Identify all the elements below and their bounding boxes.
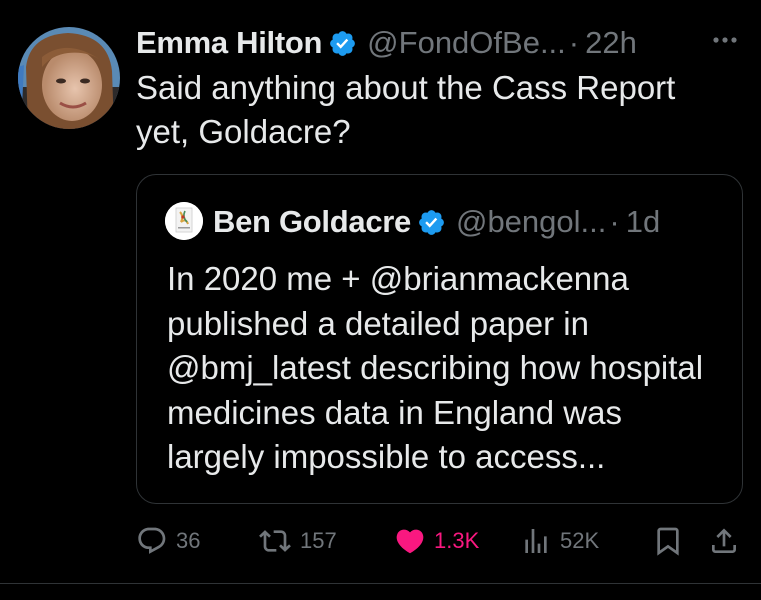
separator-dot: · — [609, 204, 620, 239]
verified-badge-icon — [328, 29, 357, 58]
author-avatar[interactable] — [18, 27, 120, 129]
share-button[interactable] — [708, 522, 740, 560]
action-bar: 36 157 1.3K 52K — [136, 522, 746, 560]
bookmark-button[interactable] — [652, 522, 684, 560]
separator-dot: · — [568, 25, 580, 60]
divider — [0, 583, 761, 584]
quoted-tweet[interactable]: Ben Goldacre @bengol... · 1d In 2020 me … — [136, 174, 743, 504]
repost-count: 157 — [300, 528, 337, 553]
views-button[interactable]: 52K — [520, 522, 599, 560]
quoted-tweet-header: Ben Goldacre @bengol... · 1d — [213, 201, 660, 243]
like-button[interactable]: 1.3K — [394, 522, 479, 560]
analytics-icon — [520, 525, 552, 557]
quoted-author-name[interactable]: Ben Goldacre — [213, 204, 411, 240]
timestamp[interactable]: 22h — [585, 25, 637, 61]
reply-button[interactable]: 36 — [136, 522, 200, 560]
views-count: 52K — [560, 528, 600, 553]
quoted-author-handle[interactable]: @bengol... — [456, 204, 606, 240]
verified-badge-icon — [417, 208, 446, 237]
reply-count: 36 — [176, 528, 201, 553]
author-handle[interactable]: @FondOfBe... — [367, 25, 566, 61]
reply-icon — [136, 525, 168, 557]
tweet-header: Emma Hilton @FondOfBe... · 22h — [136, 22, 637, 64]
repost-icon — [258, 525, 292, 557]
like-count: 1.3K — [434, 528, 480, 553]
quoted-tweet-text: In 2020 me + @brianmackenna published a … — [167, 260, 704, 475]
share-icon — [708, 525, 740, 557]
tweet[interactable]: Emma Hilton @FondOfBe... · 22h Said anyt… — [0, 0, 761, 584]
heart-filled-icon — [394, 525, 426, 557]
repost-button[interactable]: 157 — [258, 522, 337, 560]
quoted-author-avatar[interactable] — [165, 202, 203, 240]
tweet-text: Said anything about the Cass Report yet,… — [136, 69, 676, 150]
quoted-timestamp[interactable]: 1d — [626, 204, 660, 240]
more-horizontal-icon[interactable] — [710, 28, 740, 52]
author-name[interactable]: Emma Hilton — [136, 25, 322, 61]
bookmark-icon — [652, 525, 684, 557]
